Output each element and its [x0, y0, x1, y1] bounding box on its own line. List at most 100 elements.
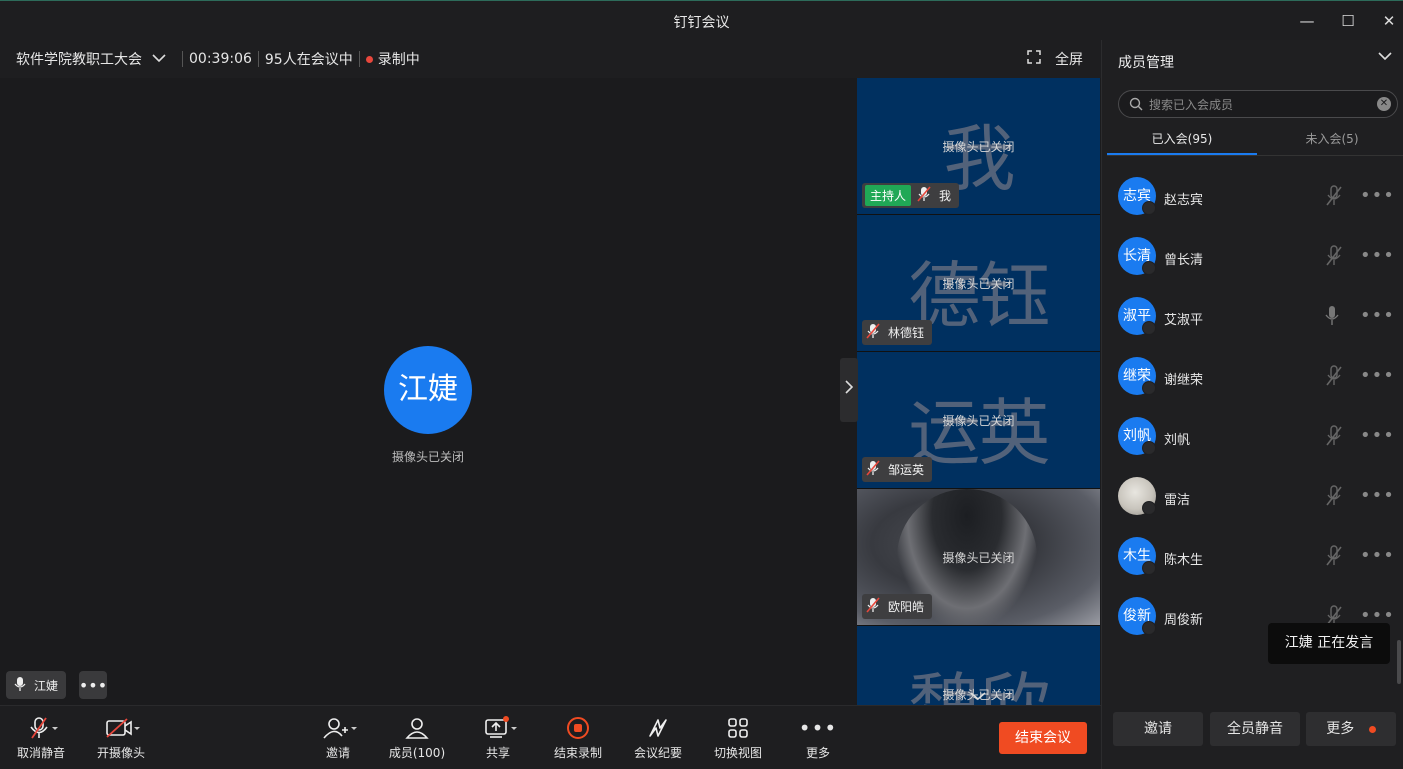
mic-icon: [14, 676, 26, 695]
member-more-icon[interactable]: •••: [1360, 545, 1395, 566]
minutes-icon: [649, 719, 667, 737]
member-more-icon[interactable]: •••: [1360, 365, 1395, 386]
member-more-icon[interactable]: •••: [1360, 425, 1395, 446]
stop-recording-button[interactable]: 结束录制: [543, 714, 613, 761]
muted-badge-icon: [1142, 561, 1156, 575]
share-screen-icon: [485, 716, 517, 738]
mic-muted-icon[interactable]: [1324, 545, 1344, 571]
invite-member-button[interactable]: 邀请: [1113, 712, 1203, 746]
mic-muted-icon[interactable]: [1324, 245, 1344, 271]
mic-muted-icon[interactable]: [1324, 185, 1344, 211]
member-more-icon[interactable]: •••: [1360, 485, 1395, 506]
video-tile[interactable]: 魏欣 摄像头已关闭: [857, 626, 1100, 705]
mic-muted-icon[interactable]: [1324, 485, 1344, 511]
chevron-down-icon[interactable]: [1378, 50, 1392, 65]
member-name: 曾长清: [1164, 253, 1204, 268]
tile-name-chip: 欧阳皓: [862, 594, 933, 619]
speaker-avatar: 江婕: [384, 346, 472, 434]
tile-name: 欧阳皓: [888, 600, 925, 614]
mic-muted-icon: [866, 323, 880, 342]
mute-all-button[interactable]: 全员静音: [1210, 712, 1300, 746]
panel-more-button[interactable]: 更多: [1306, 712, 1396, 746]
active-tab-indicator: [1107, 153, 1257, 155]
chevron-right-icon: [845, 380, 854, 394]
camera-off-text: 摄像头已关闭: [942, 414, 1015, 428]
video-tile[interactable]: 我 摄像头已关闭 主持人 我: [857, 78, 1100, 214]
minimize-icon[interactable]: —: [1297, 11, 1317, 31]
panel-title: 成员管理: [1118, 55, 1174, 71]
member-name: 雷洁: [1164, 493, 1191, 508]
recording-status: 录制中: [377, 52, 420, 68]
maximize-icon[interactable]: ☐: [1338, 11, 1358, 31]
host-badge: 主持人: [865, 185, 912, 206]
muted-badge-icon: [1142, 501, 1156, 515]
camera-off-text: 摄像头已关闭: [391, 450, 464, 464]
invite-button[interactable]: 邀请: [303, 714, 373, 761]
speaker-name-chip: 江婕: [6, 671, 67, 699]
clear-search-icon[interactable]: ✕: [1377, 97, 1391, 111]
member-name: 陈木生: [1164, 553, 1204, 568]
tab-not-joined[interactable]: 未入会(5): [1257, 130, 1403, 147]
mic-muted-icon[interactable]: [1324, 425, 1344, 451]
muted-badge-icon: [1142, 321, 1156, 335]
member-name: 刘帆: [1164, 433, 1191, 448]
collapse-tiles-button[interactable]: [840, 358, 858, 422]
member-name: 周俊新: [1164, 613, 1204, 628]
end-meeting-button[interactable]: 结束会议: [999, 722, 1087, 754]
members-icon: [405, 718, 429, 739]
tile-name-chip: 主持人 我: [862, 183, 960, 208]
share-button[interactable]: 共享: [463, 714, 533, 761]
muted-badge-icon: [1142, 621, 1156, 635]
member-tabs: 已入会(95) 未入会(5): [1107, 126, 1403, 156]
mic-icon[interactable]: [1324, 305, 1340, 331]
tile-name: 林德钰: [888, 326, 925, 340]
fullscreen-button[interactable]: 全屏: [1055, 49, 1083, 69]
member-row[interactable]: 长清 曾长清 •••: [1118, 227, 1400, 287]
members-button[interactable]: 成员(100): [382, 714, 452, 761]
camera-off-icon: [106, 718, 140, 738]
member-name: 谢继荣: [1164, 373, 1204, 388]
tab-joined[interactable]: 已入会(95): [1107, 130, 1257, 147]
member-row[interactable]: 继荣 谢继荣 •••: [1118, 347, 1400, 407]
member-more-icon[interactable]: •••: [1360, 185, 1395, 206]
more-icon: •••: [798, 716, 838, 740]
tile-name: 邹运英: [888, 463, 925, 477]
camera-off-text: 摄像头已关闭: [942, 140, 1015, 154]
member-more-icon[interactable]: •••: [1360, 305, 1395, 326]
member-name: 艾淑平: [1164, 313, 1204, 328]
member-row[interactable]: 雷洁 •••: [1118, 467, 1400, 527]
meeting-minutes-button[interactable]: 会议纪要: [623, 714, 693, 761]
meeting-info-bar: 软件学院教职工大会 00:39:06 95人在会议中 录制中 全屏: [0, 40, 1101, 78]
add-user-icon: [323, 718, 357, 739]
member-row[interactable]: 木生 陈木生 •••: [1118, 527, 1400, 587]
more-options-button[interactable]: •••: [79, 671, 107, 699]
start-camera-button[interactable]: 开摄像头: [86, 714, 156, 761]
switch-view-button[interactable]: 切换视图: [703, 714, 773, 761]
mic-muted-icon[interactable]: [1324, 365, 1344, 391]
meeting-name[interactable]: 软件学院教职工大会: [16, 49, 142, 69]
camera-off-text: 摄像头已关闭: [942, 277, 1015, 291]
main-video-stage[interactable]: 江婕 摄像头已关闭 江婕 •••: [0, 78, 856, 705]
member-row[interactable]: 刘帆 刘帆 •••: [1118, 407, 1400, 467]
fullscreen-icon[interactable]: [1027, 50, 1041, 68]
close-icon[interactable]: ✕: [1379, 11, 1399, 31]
record-stop-icon: [567, 717, 589, 739]
more-button[interactable]: ••• 更多: [783, 714, 853, 761]
speaker-name: 江婕: [34, 678, 59, 693]
member-list-scrollbar[interactable]: [1397, 640, 1401, 684]
speaking-tooltip: 江婕 正在发言: [1268, 623, 1390, 664]
mic-muted-icon: [917, 186, 931, 205]
video-tile[interactable]: 德钰 摄像头已关闭 林德钰: [857, 215, 1100, 351]
video-tile[interactable]: 摄像头已关闭 欧阳皓: [857, 489, 1100, 625]
member-search-input[interactable]: 搜索已入会成员 ✕: [1118, 90, 1398, 118]
chevron-down-icon[interactable]: [152, 51, 166, 67]
unmute-button[interactable]: 取消静音: [6, 714, 76, 761]
member-row[interactable]: 淑平 艾淑平 •••: [1118, 287, 1400, 347]
camera-off-text: 摄像头已关闭: [942, 551, 1015, 565]
member-more-icon[interactable]: •••: [1360, 245, 1395, 266]
scroll-down-icon[interactable]: [969, 690, 987, 705]
member-row[interactable]: 志宾 赵志宾 •••: [1118, 167, 1400, 227]
video-tile[interactable]: 运英 摄像头已关闭 邹运英: [857, 352, 1100, 488]
mic-muted-icon: [866, 460, 880, 479]
muted-badge-icon: [1142, 201, 1156, 215]
